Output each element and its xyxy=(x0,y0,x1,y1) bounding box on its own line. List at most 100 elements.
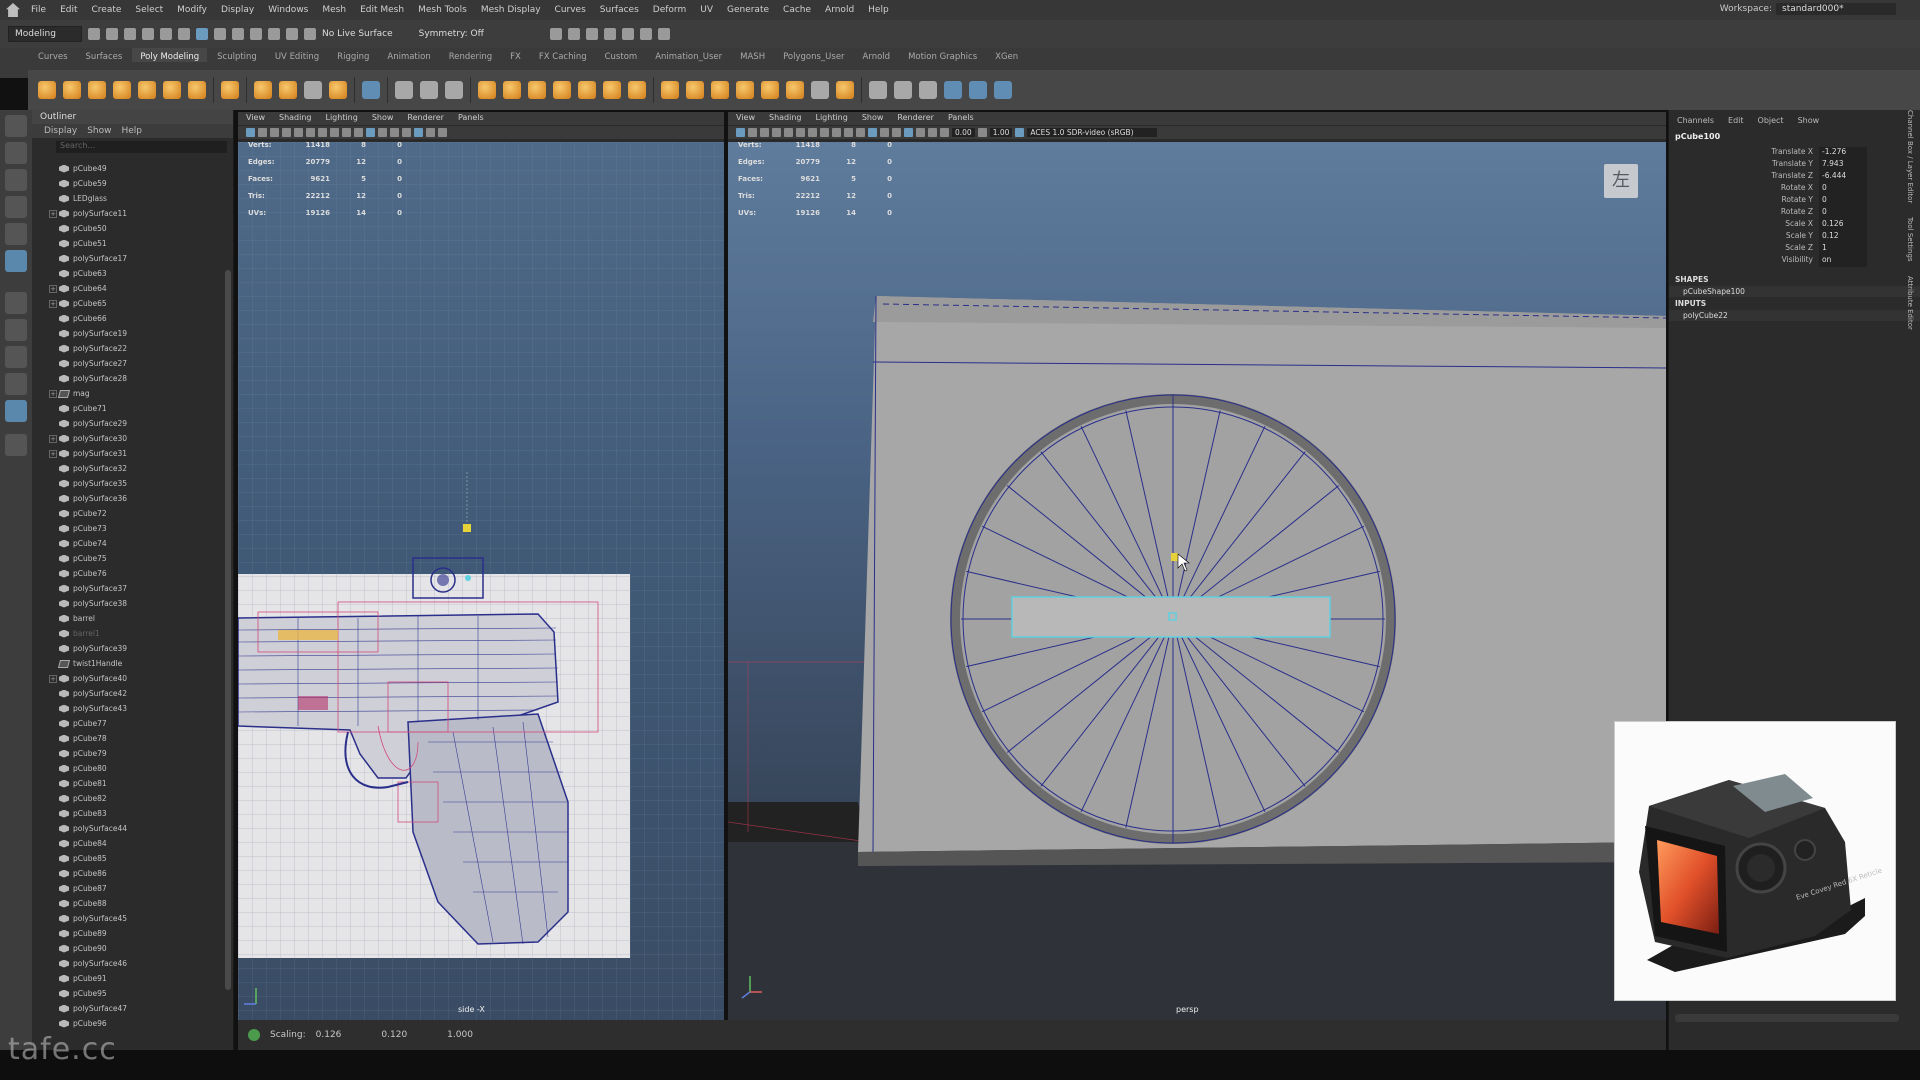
channel-value[interactable]: 0.126 xyxy=(1819,219,1867,231)
textured-icon[interactable] xyxy=(402,128,411,137)
image-plane-icon[interactable] xyxy=(772,128,781,137)
select-camera-icon[interactable] xyxy=(736,128,745,137)
poly-cube-icon[interactable] xyxy=(63,81,81,99)
append-polygon-icon[interactable] xyxy=(711,81,729,99)
outliner-item[interactable]: pCube85 xyxy=(32,851,223,866)
wireframe-icon[interactable] xyxy=(366,128,375,137)
outliner-item[interactable]: polySurface29 xyxy=(32,416,223,431)
menu-mesh[interactable]: Mesh xyxy=(315,5,353,15)
outliner-item[interactable]: pCube49 xyxy=(32,161,223,176)
shelf-tab-uv-editing[interactable]: UV Editing xyxy=(267,48,327,62)
render-view-icon[interactable] xyxy=(549,28,562,40)
menu-generate[interactable]: Generate xyxy=(720,5,776,15)
outliner-item[interactable]: twist1Handle xyxy=(32,656,223,671)
menu-surfaces[interactable]: Surfaces xyxy=(593,5,646,15)
freeze-transform-icon[interactable] xyxy=(944,81,962,99)
gamma-field[interactable]: 1.00 xyxy=(989,128,1013,137)
outliner-item[interactable]: polySurface42 xyxy=(32,686,223,701)
channel-row[interactable]: Rotate Y 0 xyxy=(1669,195,1920,207)
redo-icon[interactable] xyxy=(160,28,172,40)
outliner-item[interactable]: pCube80 xyxy=(32,761,223,776)
channel-value[interactable]: on xyxy=(1819,255,1867,267)
channel-value[interactable]: 0.12 xyxy=(1819,231,1867,243)
center-pivot-icon[interactable] xyxy=(969,81,987,99)
viewport-menu-renderer[interactable]: Renderer xyxy=(407,113,444,124)
outliner-item[interactable]: pCube73 xyxy=(32,521,223,536)
outliner-item[interactable]: pCube59 xyxy=(32,176,223,191)
outliner-item[interactable]: polySurface28 xyxy=(32,371,223,386)
expand-icon[interactable]: + xyxy=(49,449,57,458)
ipr-render-icon[interactable] xyxy=(585,28,598,40)
arnold-render-icon[interactable] xyxy=(639,28,652,40)
outliner-item[interactable]: polySurface27 xyxy=(32,356,223,371)
channel-row[interactable]: Scale X 0.126 xyxy=(1669,219,1920,231)
shelf-tab-rendering[interactable]: Rendering xyxy=(441,48,500,62)
target-weld-icon[interactable] xyxy=(894,81,912,99)
viewport-menu-show[interactable]: Show xyxy=(862,113,884,124)
outliner-item[interactable]: pCube76 xyxy=(32,566,223,581)
channel-row[interactable]: Translate Z -6.444 xyxy=(1669,171,1920,183)
channel-box-menu-edit[interactable]: Edit xyxy=(1728,116,1744,126)
outliner-item[interactable]: pCube72 xyxy=(32,506,223,521)
channel-row[interactable]: Translate X -1.276 xyxy=(1669,147,1920,159)
colorspace-dropdown[interactable]: ACES 1.0 SDR-video (sRGB) xyxy=(1027,128,1158,137)
outliner-item[interactable]: pCube71 xyxy=(32,401,223,416)
outliner-item[interactable]: + mag xyxy=(32,386,223,401)
channel-row[interactable]: Visibility on xyxy=(1669,255,1920,267)
channel-value[interactable]: 7.943 xyxy=(1819,159,1867,171)
film-gate-icon[interactable] xyxy=(796,128,805,137)
menu-curves[interactable]: Curves xyxy=(548,5,593,15)
render-settings-icon[interactable] xyxy=(603,28,616,40)
outliner-item[interactable]: pCube91 xyxy=(32,971,223,986)
shelf-tab-rigging[interactable]: Rigging xyxy=(329,48,377,62)
menu-cache[interactable]: Cache xyxy=(776,5,818,15)
quadrangulate-icon[interactable] xyxy=(811,81,829,99)
svg-icon[interactable] xyxy=(329,81,347,99)
outliner-item[interactable]: polySurface32 xyxy=(32,461,223,476)
wireframe-on-shaded-icon[interactable] xyxy=(414,128,423,137)
text-icon[interactable] xyxy=(304,81,322,99)
mirror-icon[interactable] xyxy=(553,81,571,99)
select-object-icon[interactable] xyxy=(196,28,208,40)
menu-mesh-display[interactable]: Mesh Display xyxy=(474,5,548,15)
xray-icon[interactable] xyxy=(426,128,435,137)
outliner-item[interactable]: pCube84 xyxy=(32,836,223,851)
reset-transform-icon[interactable] xyxy=(994,81,1012,99)
shelf-tab-motion-graphics[interactable]: Motion Graphics xyxy=(900,48,985,62)
outliner-item[interactable]: pCube83 xyxy=(32,806,223,821)
hypershade-icon[interactable] xyxy=(621,28,634,40)
outliner-search-input[interactable]: Search... xyxy=(56,141,227,153)
fill-hole-icon[interactable] xyxy=(686,81,704,99)
smooth-icon[interactable] xyxy=(445,81,463,99)
shelf-tab-sculpting[interactable]: Sculpting xyxy=(209,48,265,62)
gate-mask-icon[interactable] xyxy=(820,128,829,137)
viewport-menu-renderer[interactable]: Renderer xyxy=(897,113,934,124)
expand-icon[interactable]: + xyxy=(49,284,57,293)
selected-component-marker[interactable] xyxy=(463,524,471,532)
outliner-scrollbar[interactable] xyxy=(225,270,231,990)
outliner-item[interactable]: polySurface19 xyxy=(32,326,223,341)
connect-icon[interactable] xyxy=(919,81,937,99)
exposure-icon[interactable] xyxy=(940,128,949,137)
poly-plane-icon[interactable] xyxy=(163,81,181,99)
image-plane-icon[interactable] xyxy=(282,128,291,137)
menu-deform[interactable]: Deform xyxy=(646,5,693,15)
wireframe-on-shaded-icon[interactable] xyxy=(904,128,913,137)
outliner-item[interactable]: polySurface37 xyxy=(32,581,223,596)
outliner-item[interactable]: LEDglass xyxy=(32,191,223,206)
safe-action-icon[interactable] xyxy=(844,128,853,137)
expand-icon[interactable]: + xyxy=(49,209,57,218)
gate-mask-icon[interactable] xyxy=(330,128,339,137)
outliner-item[interactable]: pCube75 xyxy=(32,551,223,566)
channel-row[interactable]: Scale Y 0.12 xyxy=(1669,231,1920,243)
boolean-union-icon[interactable] xyxy=(478,81,496,99)
combine-icon[interactable] xyxy=(395,81,413,99)
outliner-item[interactable]: pCube86 xyxy=(32,866,223,881)
isolate-select-icon[interactable] xyxy=(928,128,937,137)
channel-box-menu-object[interactable]: Object xyxy=(1758,116,1784,126)
field-chart-icon[interactable] xyxy=(832,128,841,137)
super-shape-icon[interactable] xyxy=(279,81,297,99)
menu-edit[interactable]: Edit xyxy=(53,5,84,15)
outliner-item[interactable]: polySurface17 xyxy=(32,251,223,266)
shelf-tab-xgen[interactable]: XGen xyxy=(987,48,1026,62)
